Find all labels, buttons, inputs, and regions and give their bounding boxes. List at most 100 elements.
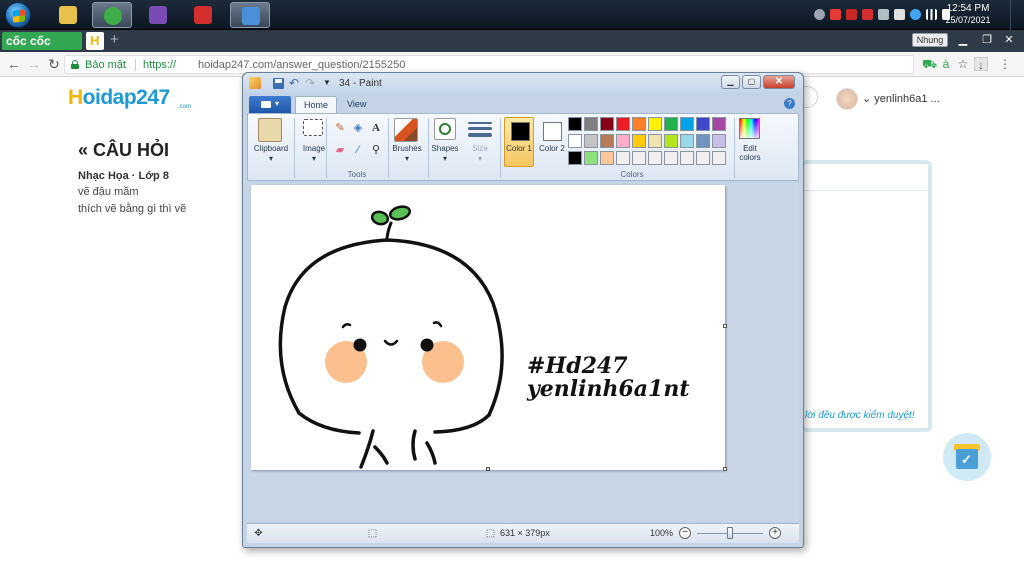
clock-date[interactable]: 25/07/2021 [938,15,998,25]
new-tab-button[interactable]: + [110,31,119,48]
palette-swatch[interactable] [568,151,582,165]
palette-swatch[interactable] [648,151,662,165]
fill-bucket-icon[interactable]: ◈ [350,120,366,136]
palette-swatch[interactable] [648,117,662,131]
palette-swatch[interactable] [616,151,630,165]
palette-swatch[interactable] [712,117,726,131]
network-tray-icon[interactable] [878,9,889,20]
undo-icon[interactable]: ↶ [289,76,301,90]
user-name[interactable]: ⌄ yenlinh6a1 ... [862,92,940,105]
eraser-icon[interactable]: ▰ [332,142,348,158]
palette-swatch[interactable] [632,134,646,148]
palette-swatch[interactable] [664,134,678,148]
question-category[interactable]: Nhạc Họa · Lớp 8 [78,170,169,182]
tab-view[interactable]: View [339,96,374,113]
coccoc-menu-button[interactable]: cốc cốc [2,32,82,50]
palette-swatch[interactable] [680,134,694,148]
menu-dots-icon[interactable]: ⋮ [998,57,1012,71]
browser-close-button[interactable]: ✕ [998,32,1020,49]
palette-swatch[interactable] [680,151,694,165]
maximize-button[interactable]: ▢ [742,75,761,89]
pencil-icon[interactable]: ✎ [332,120,348,136]
text-tool-icon[interactable]: A [368,120,384,136]
taskbar-paint-app[interactable] [230,2,270,28]
palette-swatch[interactable] [680,117,694,131]
paint-title-bar[interactable]: ↶ ↷ ▼ 34 - Paint ▁ ▢ ✕ [243,73,803,95]
color-picker-icon[interactable]: ⁄ [350,142,366,158]
app-tray-icon[interactable] [846,9,857,20]
windows-taskbar: 12:54 PM 25/07/2021 [0,0,1024,30]
chevron-down-icon: ▾ [268,154,273,163]
antivirus-icon[interactable] [830,9,841,20]
zoom-in-button[interactable]: + [769,527,781,539]
palette-swatch[interactable] [616,134,630,148]
save-icon[interactable] [273,78,284,89]
palette-swatch[interactable] [696,117,710,131]
show-desktop-button[interactable] [1010,0,1024,30]
color2-swatch [543,122,562,141]
game-icon [149,6,167,24]
windows-logo-icon [13,9,25,23]
palette-swatch[interactable] [696,151,710,165]
close-button[interactable]: ✕ [763,75,795,89]
reload-button[interactable]: ↻ [46,56,62,72]
profile-badge[interactable]: Nhung [912,33,948,47]
zoom-slider-thumb[interactable] [727,527,733,539]
resize-handle-corner[interactable] [723,467,727,471]
taskbar-game-app[interactable] [138,2,178,28]
unikey-icon[interactable] [894,9,905,20]
palette-swatch[interactable] [600,151,614,165]
cart-icon[interactable]: ⛟ [922,57,937,71]
resize-handle-bottom[interactable] [486,467,490,471]
palette-swatch[interactable] [584,117,598,131]
download-icon[interactable]: ↓ [974,57,988,72]
palette-swatch[interactable] [664,151,678,165]
taskbar-file-explorer[interactable] [48,2,88,28]
bluetooth-icon[interactable] [814,9,825,20]
palette-swatch[interactable] [584,134,598,148]
signal-icon[interactable] [926,9,937,20]
palette-swatch[interactable] [584,151,598,165]
clock-time[interactable]: 12:54 PM [938,3,998,14]
tab-home[interactable]: Home [295,96,338,113]
v-tray-icon[interactable] [862,9,873,20]
start-button[interactable] [5,2,31,28]
browser-tray-icon[interactable] [910,9,921,20]
palette-swatch[interactable] [600,134,614,148]
browser-restore-button[interactable]: ❐ [976,32,998,49]
quick-access-menu-icon[interactable]: ▼ [323,76,331,90]
tab-hoidap247[interactable]: H [86,32,104,50]
palette-swatch[interactable] [712,151,726,165]
browser-minimize-button[interactable]: ▁ [952,32,974,49]
minimize-button[interactable]: ▁ [721,75,740,89]
palette-swatch[interactable] [632,151,646,165]
forward-button[interactable]: → [26,56,42,72]
drawing-canvas[interactable]: #Hd247 yenlinh6a1nt [251,185,725,470]
redo-icon[interactable]: ↷ [305,76,317,90]
palette-swatch[interactable] [632,117,646,131]
zoom-out-button[interactable]: − [679,527,691,539]
avatar[interactable] [836,88,858,110]
palette-swatch[interactable] [712,134,726,148]
back-button[interactable]: ← [6,56,22,72]
translate-icon[interactable]: à [939,57,953,71]
site-logo[interactable]: Hoidap247 [68,86,170,110]
palette-swatch[interactable] [568,134,582,148]
palette-swatch[interactable] [664,117,678,131]
color1-button[interactable]: Color 1 [504,117,534,167]
palette-swatch[interactable] [696,134,710,148]
bookmark-star-icon[interactable]: ☆ [956,57,970,71]
taskbar-coccoc-browser[interactable] [92,2,132,28]
palette-swatch[interactable] [616,117,630,131]
magnifier-icon[interactable]: ⚲ [368,142,384,158]
paint-menu-button[interactable]: ▾ [249,96,291,113]
taskbar-media-app[interactable] [183,2,223,28]
palette-swatch[interactable] [568,117,582,131]
gift-button[interactable]: ✓ [943,433,991,481]
paint-app-icon[interactable] [249,77,261,89]
palette-swatch[interactable] [600,117,614,131]
palette-swatch[interactable] [648,134,662,148]
ribbon-home: Clipboard ▾ Image ▾ ✎ ◈ A ▰ ⁄ ⚲ Tools Br… [247,113,799,181]
resize-handle-right[interactable] [723,324,727,328]
help-icon[interactable]: ? [784,98,795,109]
